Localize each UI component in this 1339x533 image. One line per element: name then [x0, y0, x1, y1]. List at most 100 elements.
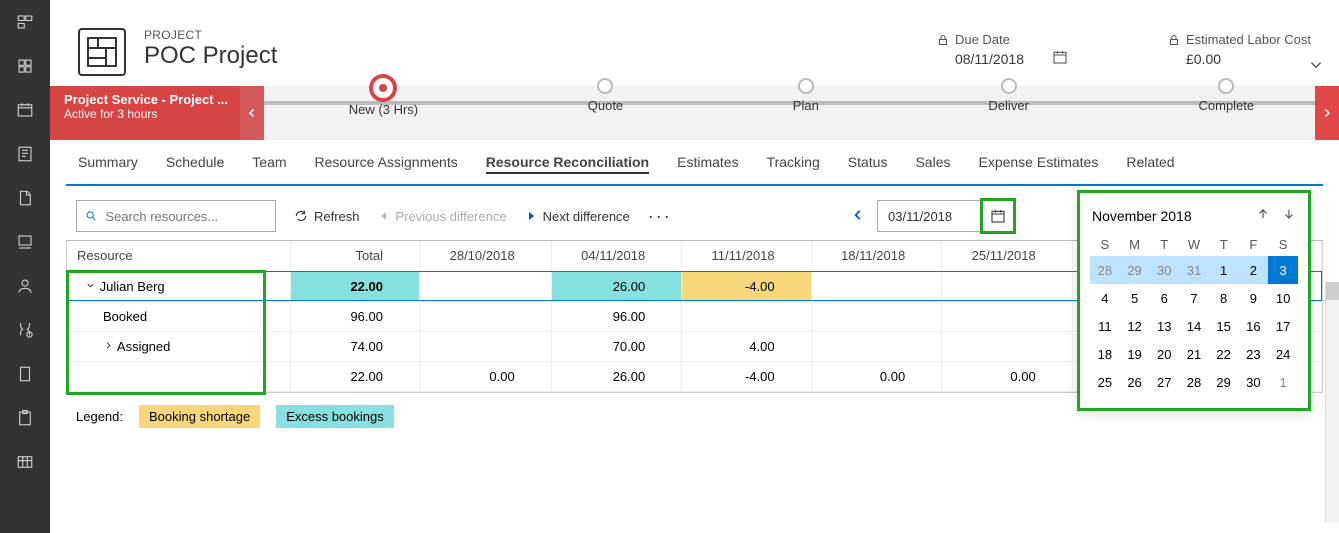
calendar-prev-button[interactable]: [1256, 207, 1270, 224]
tab-status[interactable]: Status: [848, 154, 888, 174]
refresh-button[interactable]: Refresh: [294, 209, 360, 224]
col-header[interactable]: 18/11/2018: [811, 241, 942, 271]
cal-day[interactable]: 14: [1179, 312, 1209, 340]
rail-item-4[interactable]: [0, 132, 50, 176]
tab-summary[interactable]: Summary: [78, 154, 138, 174]
tab-related[interactable]: Related: [1126, 154, 1174, 174]
rail-item-3[interactable]: [0, 88, 50, 132]
expand-header-button[interactable]: [1307, 56, 1325, 79]
cal-day[interactable]: 5: [1120, 284, 1150, 312]
rail-item-11[interactable]: [0, 440, 50, 484]
cal-day[interactable]: 29: [1120, 256, 1150, 284]
totals-cell: 22.00: [290, 361, 419, 391]
resource-cell[interactable]: Assigned: [67, 331, 290, 361]
cal-day[interactable]: 15: [1209, 312, 1239, 340]
rail-item-8[interactable]: [0, 308, 50, 352]
cal-day[interactable]: 11: [1090, 312, 1120, 340]
due-date-value: 08/11/2018: [937, 51, 1024, 67]
cal-day[interactable]: 26: [1120, 368, 1150, 396]
cal-day[interactable]: 17: [1268, 312, 1298, 340]
stage-flag[interactable]: Project Service - Project ... Active for…: [50, 86, 240, 140]
tab-resource-assignments[interactable]: Resource Assignments: [315, 154, 458, 174]
cal-day[interactable]: 6: [1149, 284, 1179, 312]
grid-cell: 74.00: [290, 331, 419, 361]
rail-item-1[interactable]: [0, 0, 50, 44]
rail-item-6[interactable]: [0, 220, 50, 264]
stage-new[interactable]: New (3 Hrs): [349, 78, 418, 117]
col-header[interactable]: 11/11/2018: [682, 241, 811, 271]
col-header[interactable]: 04/11/2018: [551, 241, 682, 271]
grid-cell: [811, 301, 942, 331]
cal-day[interactable]: 10: [1268, 284, 1298, 312]
cal-day[interactable]: 9: [1239, 284, 1269, 312]
stage-complete[interactable]: Complete: [1199, 78, 1255, 117]
prev-difference-button[interactable]: Previous difference: [378, 209, 507, 224]
cal-day[interactable]: 22: [1209, 340, 1239, 368]
cal-day[interactable]: 7: [1179, 284, 1209, 312]
search-input[interactable]: [76, 200, 276, 232]
tab-expense-estimates[interactable]: Expense Estimates: [978, 154, 1098, 174]
grid-cell: [420, 271, 552, 301]
tab-tracking[interactable]: Tracking: [767, 154, 820, 174]
cal-day[interactable]: 25: [1090, 368, 1120, 396]
stage-prev-button[interactable]: [240, 86, 264, 140]
cal-day[interactable]: 31: [1179, 256, 1209, 284]
cal-day[interactable]: 24: [1268, 340, 1298, 368]
resource-cell[interactable]: Julian Berg: [67, 271, 290, 301]
date-picker-button[interactable]: [982, 200, 1014, 232]
cal-day[interactable]: 2: [1239, 256, 1269, 284]
cal-day[interactable]: 3: [1268, 256, 1298, 284]
cal-day[interactable]: 30: [1149, 256, 1179, 284]
cal-day[interactable]: 4: [1090, 284, 1120, 312]
col-header[interactable]: 25/11/2018: [942, 241, 1073, 271]
stage-deliver[interactable]: Deliver: [988, 78, 1028, 117]
cal-day[interactable]: 18: [1090, 340, 1120, 368]
more-button[interactable]: ···: [648, 206, 672, 227]
resource-cell[interactable]: Booked: [67, 301, 290, 331]
tab-estimates[interactable]: Estimates: [677, 154, 738, 174]
cal-day[interactable]: 20: [1149, 340, 1179, 368]
cal-day[interactable]: 21: [1179, 340, 1209, 368]
stage-plan[interactable]: Plan: [793, 78, 819, 117]
cal-day[interactable]: 16: [1239, 312, 1269, 340]
cal-day[interactable]: 27: [1149, 368, 1179, 396]
stage-next-button[interactable]: [1315, 86, 1339, 140]
cal-day[interactable]: 13: [1149, 312, 1179, 340]
col-header[interactable]: 28/10/2018: [420, 241, 552, 271]
due-date-label: Due Date: [937, 32, 1068, 47]
cal-day[interactable]: 28: [1179, 368, 1209, 396]
rail-item-2[interactable]: [0, 44, 50, 88]
date-prev-button[interactable]: [851, 208, 865, 225]
tab-schedule[interactable]: Schedule: [166, 154, 224, 174]
cal-day[interactable]: 23: [1239, 340, 1269, 368]
cal-day[interactable]: 8: [1209, 284, 1239, 312]
triangle-left-icon: [378, 210, 390, 222]
rail-item-9[interactable]: [0, 352, 50, 396]
tab-sales[interactable]: Sales: [915, 154, 950, 174]
legend-label: Legend:: [76, 409, 123, 424]
grid-cell: 26.00: [551, 271, 682, 301]
cal-day[interactable]: 19: [1120, 340, 1150, 368]
cal-day[interactable]: 1: [1268, 368, 1298, 396]
scrollbar[interactable]: [1325, 282, 1339, 522]
cal-day[interactable]: 12: [1120, 312, 1150, 340]
calendar-icon[interactable]: [1052, 49, 1068, 65]
col-header[interactable]: Total: [290, 241, 419, 271]
cal-day[interactable]: 28: [1090, 256, 1120, 284]
next-difference-button[interactable]: Next difference: [525, 209, 630, 224]
calendar-next-button[interactable]: [1282, 207, 1296, 224]
rail-item-7[interactable]: [0, 264, 50, 308]
cal-day[interactable]: 30: [1239, 368, 1269, 396]
cal-day[interactable]: 29: [1209, 368, 1239, 396]
stage-quote[interactable]: Quote: [588, 78, 623, 117]
nav-rail: [0, 0, 50, 533]
rail-item-5[interactable]: [0, 176, 50, 220]
tab-team[interactable]: Team: [252, 154, 286, 174]
cal-day[interactable]: 1: [1209, 256, 1239, 284]
tab-resource-reconciliation[interactable]: Resource Reconciliation: [486, 154, 649, 174]
grid-cell: [942, 271, 1073, 301]
rail-item-10[interactable]: [0, 396, 50, 440]
col-header[interactable]: Resource: [67, 241, 290, 271]
date-input[interactable]: 03/11/2018: [877, 200, 1015, 232]
calendar-month-label[interactable]: November 2018: [1092, 208, 1192, 224]
